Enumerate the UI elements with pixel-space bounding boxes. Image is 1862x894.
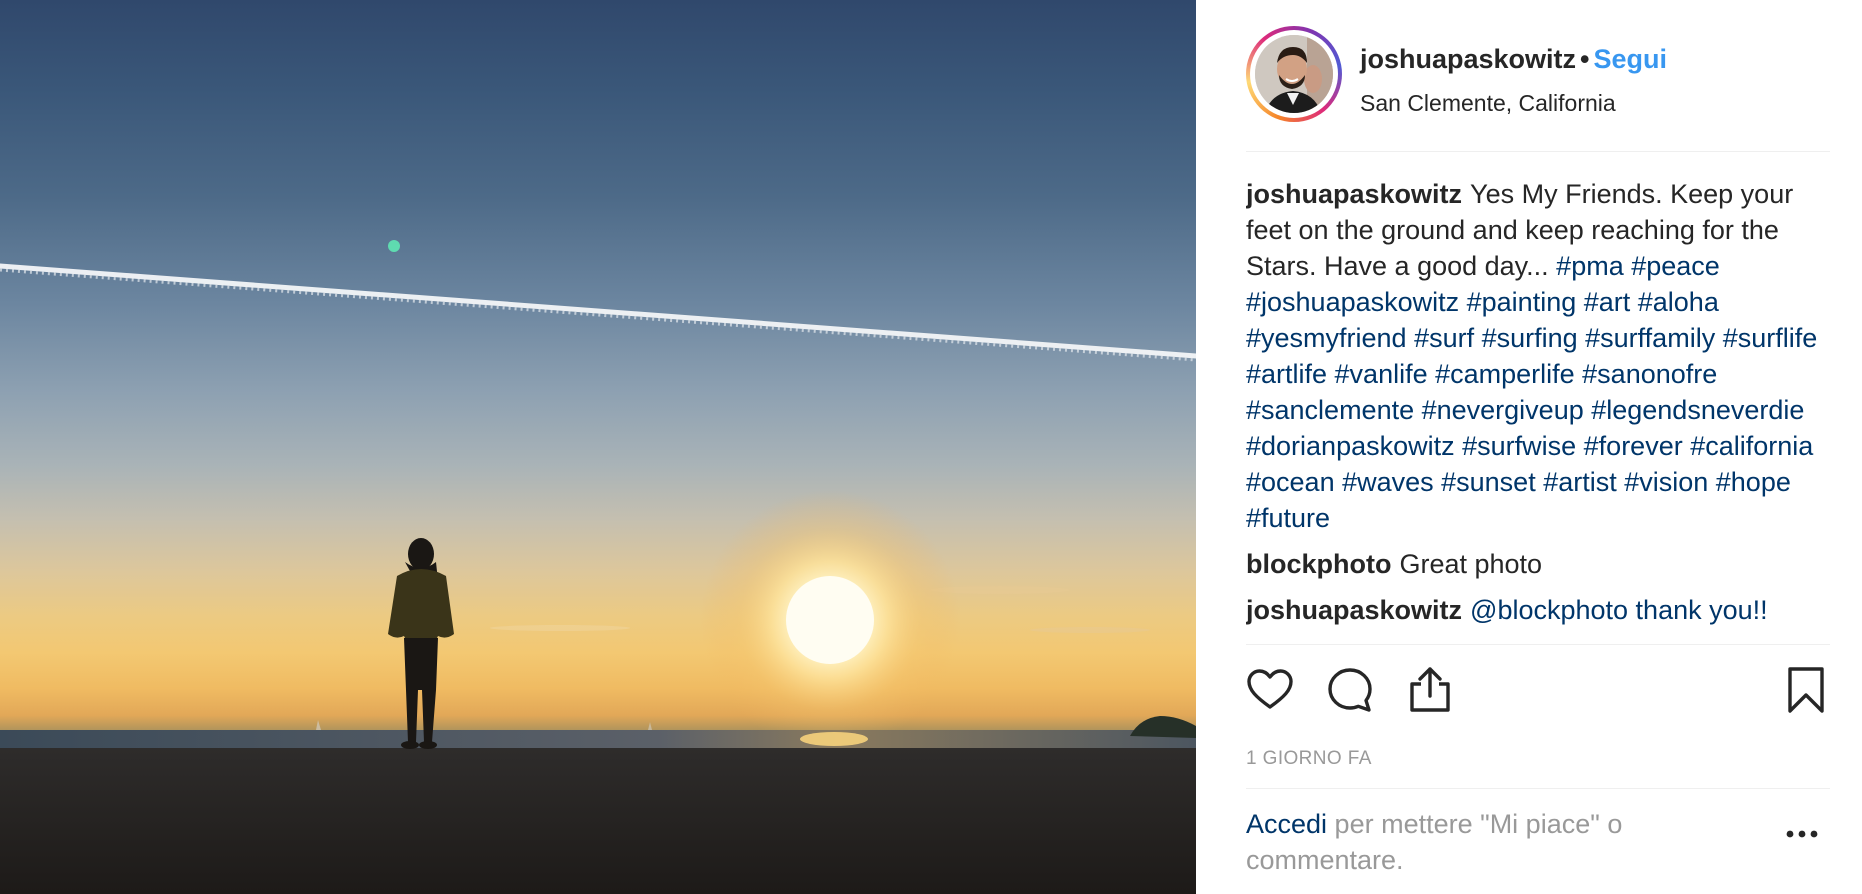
comments-list[interactable]: joshuapaskowitz Yes My Friends. Keep your… — [1246, 176, 1830, 644]
comment-item: blockphoto Great photo — [1246, 546, 1830, 582]
ellipsis-icon[interactable] — [1782, 824, 1822, 844]
contrail — [0, 263, 1196, 359]
avatar[interactable] — [1255, 35, 1333, 113]
header-separator: • — [1580, 44, 1590, 74]
comment-text: @blockphoto thank you!! — [1470, 595, 1768, 625]
follow-button[interactable]: Segui — [1594, 44, 1668, 74]
action-bar — [1246, 660, 1830, 720]
caption: joshuapaskowitz Yes My Friends. Keep your… — [1246, 176, 1830, 536]
caption-hashtags[interactable]: #pma #peace #joshuapaskowitz #painting #… — [1246, 251, 1817, 533]
avatar-story-ring[interactable] — [1246, 26, 1342, 122]
login-link[interactable]: Accedi — [1246, 809, 1327, 839]
person-silhouette — [388, 538, 454, 749]
header-user-line: joshuapaskowitz • Segui — [1360, 42, 1667, 76]
heart-outline-icon[interactable] — [1246, 666, 1294, 714]
login-prompt: Accedi per mettere "Mi piace" o commenta… — [1246, 806, 1726, 878]
header-username[interactable]: joshuapaskowitz — [1360, 44, 1576, 74]
comment-item: joshuapaskowitz @blockphoto thank you!! — [1246, 592, 1830, 628]
speech-bubble-icon[interactable] — [1326, 666, 1374, 714]
comments-divider — [1246, 644, 1830, 645]
post-header: joshuapaskowitz • Segui San Clemente, Cali… — [1246, 26, 1830, 122]
comment-author[interactable]: joshuapaskowitz — [1246, 595, 1462, 625]
header-divider — [1246, 151, 1830, 152]
post-timestamp[interactable]: 1 GIORNO FA — [1246, 748, 1372, 770]
footer-divider — [1246, 788, 1830, 789]
sunset-beach-scene — [0, 240, 1196, 894]
post-location[interactable]: San Clemente, California — [1360, 88, 1616, 118]
comment-author[interactable]: blockphoto — [1246, 549, 1391, 579]
bookmark-icon[interactable] — [1782, 666, 1830, 714]
post-details-panel: joshuapaskowitz • Segui San Clemente, Cali… — [1196, 0, 1862, 894]
lens-flare — [388, 240, 400, 252]
post-photo[interactable] — [0, 0, 1196, 894]
user-portrait-icon — [1255, 35, 1333, 113]
caption-author[interactable]: joshuapaskowitz — [1246, 179, 1462, 209]
share-upload-icon[interactable] — [1406, 666, 1454, 714]
comment-text: Great photo — [1399, 549, 1543, 579]
beach-sand — [0, 748, 1196, 894]
